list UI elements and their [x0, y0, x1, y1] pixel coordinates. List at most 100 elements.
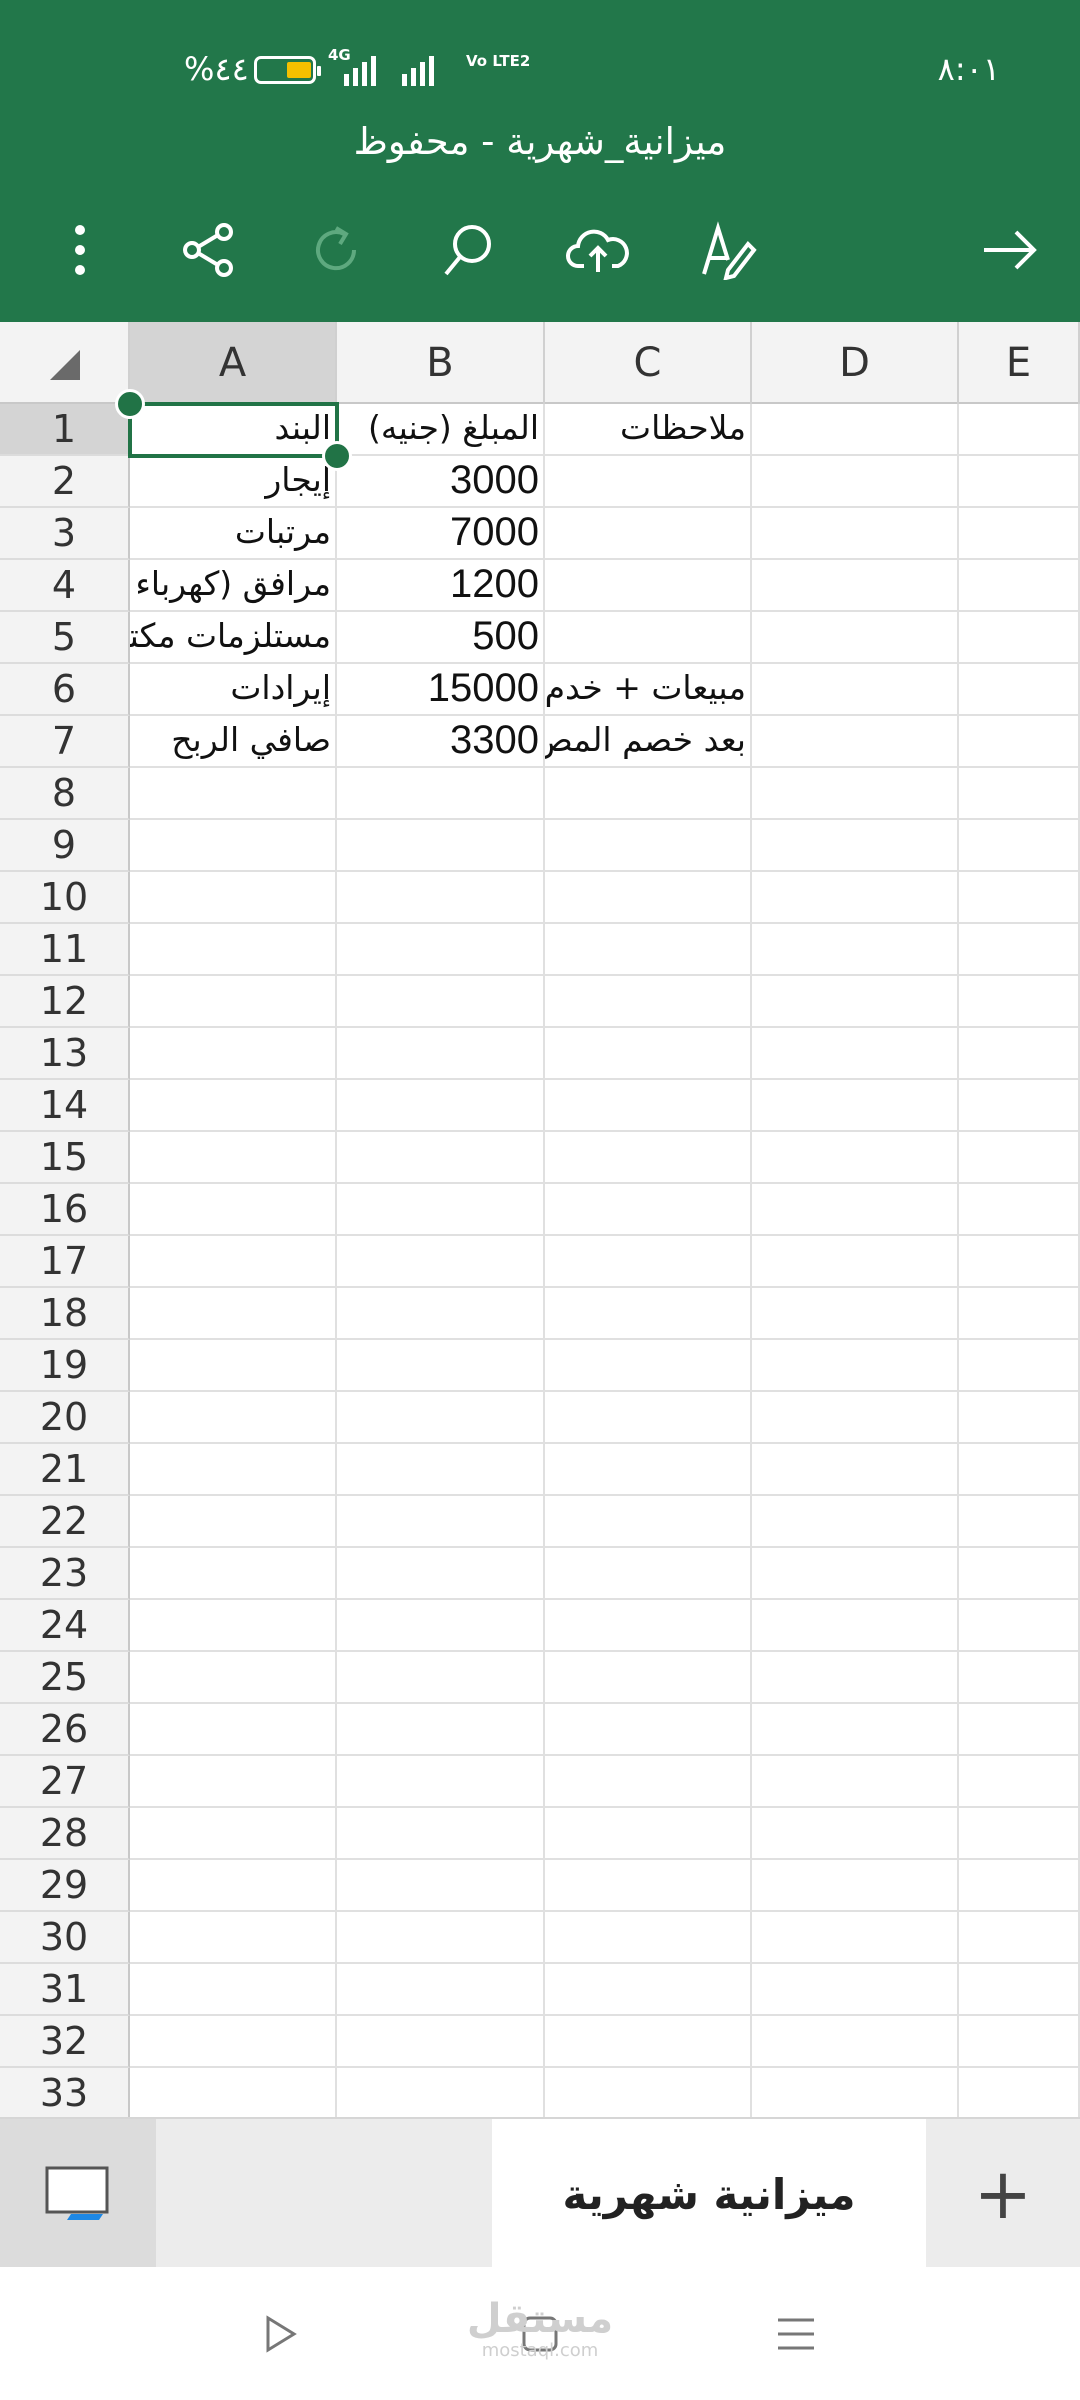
- column-header-a[interactable]: A: [130, 322, 337, 404]
- cell-d1[interactable]: [752, 404, 959, 456]
- cell-a31[interactable]: [130, 1964, 337, 2016]
- cell-b25[interactable]: [337, 1652, 545, 1704]
- cell-c15[interactable]: [545, 1132, 752, 1184]
- cell-e28[interactable]: [959, 1808, 1080, 1860]
- cell-c2[interactable]: [545, 456, 752, 508]
- cell-b14[interactable]: [337, 1080, 545, 1132]
- row-header-12[interactable]: 12: [0, 976, 130, 1028]
- cell-a28[interactable]: [130, 1808, 337, 1860]
- cell-c18[interactable]: [545, 1288, 752, 1340]
- search-icon[interactable]: [428, 210, 508, 290]
- cell-a23[interactable]: [130, 1548, 337, 1600]
- cell-b21[interactable]: [337, 1444, 545, 1496]
- cell-b15[interactable]: [337, 1132, 545, 1184]
- row-header-9[interactable]: 9: [0, 820, 130, 872]
- row-header-17[interactable]: 17: [0, 1236, 130, 1288]
- cell-d14[interactable]: [752, 1080, 959, 1132]
- cell-a13[interactable]: [130, 1028, 337, 1080]
- cell-d13[interactable]: [752, 1028, 959, 1080]
- cell-c17[interactable]: [545, 1236, 752, 1288]
- cell-c19[interactable]: [545, 1340, 752, 1392]
- cell-d5[interactable]: [752, 612, 959, 664]
- cell-b33[interactable]: [337, 2068, 545, 2117]
- cell-b26[interactable]: [337, 1704, 545, 1756]
- cell-b9[interactable]: [337, 820, 545, 872]
- cell-d12[interactable]: [752, 976, 959, 1028]
- cell-c10[interactable]: [545, 872, 752, 924]
- row-header-31[interactable]: 31: [0, 1964, 130, 2016]
- cell-b22[interactable]: [337, 1496, 545, 1548]
- cell-e26[interactable]: [959, 1704, 1080, 1756]
- cell-c27[interactable]: [545, 1756, 752, 1808]
- cell-d21[interactable]: [752, 1444, 959, 1496]
- cell-e9[interactable]: [959, 820, 1080, 872]
- cell-c12[interactable]: [545, 976, 752, 1028]
- cell-e14[interactable]: [959, 1080, 1080, 1132]
- cell-e29[interactable]: [959, 1860, 1080, 1912]
- cell-a17[interactable]: [130, 1236, 337, 1288]
- cell-c30[interactable]: [545, 1912, 752, 1964]
- forward-arrow-icon[interactable]: [970, 210, 1050, 290]
- cell-d25[interactable]: [752, 1652, 959, 1704]
- cell-d17[interactable]: [752, 1236, 959, 1288]
- cell-a27[interactable]: [130, 1756, 337, 1808]
- cell-c1[interactable]: ملاحظات: [545, 404, 752, 456]
- cell-e33[interactable]: [959, 2068, 1080, 2117]
- row-header-24[interactable]: 24: [0, 1600, 130, 1652]
- cell-a25[interactable]: [130, 1652, 337, 1704]
- cell-c6[interactable]: مبيعات + خدم: [545, 664, 752, 716]
- cell-b23[interactable]: [337, 1548, 545, 1600]
- row-header-27[interactable]: 27: [0, 1756, 130, 1808]
- row-header-3[interactable]: 3: [0, 508, 130, 560]
- cell-e19[interactable]: [959, 1340, 1080, 1392]
- cell-c20[interactable]: [545, 1392, 752, 1444]
- row-header-11[interactable]: 11: [0, 924, 130, 976]
- cell-e23[interactable]: [959, 1548, 1080, 1600]
- cell-e6[interactable]: [959, 664, 1080, 716]
- add-sheet-button[interactable]: +: [926, 2119, 1080, 2269]
- cell-a22[interactable]: [130, 1496, 337, 1548]
- row-header-29[interactable]: 29: [0, 1860, 130, 1912]
- cell-c25[interactable]: [545, 1652, 752, 1704]
- cell-a20[interactable]: [130, 1392, 337, 1444]
- select-all-corner[interactable]: [0, 322, 130, 404]
- cell-d23[interactable]: [752, 1548, 959, 1600]
- cell-d7[interactable]: [752, 716, 959, 768]
- cell-d15[interactable]: [752, 1132, 959, 1184]
- cell-c13[interactable]: [545, 1028, 752, 1080]
- cell-a1[interactable]: البند: [130, 404, 337, 456]
- column-header-d[interactable]: D: [752, 322, 959, 404]
- more-icon[interactable]: [40, 210, 120, 290]
- cell-e1[interactable]: [959, 404, 1080, 456]
- cell-b20[interactable]: [337, 1392, 545, 1444]
- cell-d27[interactable]: [752, 1756, 959, 1808]
- cell-a10[interactable]: [130, 872, 337, 924]
- row-header-7[interactable]: 7: [0, 716, 130, 768]
- row-header-16[interactable]: 16: [0, 1184, 130, 1236]
- cell-d32[interactable]: [752, 2016, 959, 2068]
- cell-a2[interactable]: إيجار: [130, 456, 337, 508]
- cell-a3[interactable]: مرتبات: [130, 508, 337, 560]
- cell-e4[interactable]: [959, 560, 1080, 612]
- column-header-e[interactable]: E: [959, 322, 1080, 404]
- row-header-15[interactable]: 15: [0, 1132, 130, 1184]
- cell-e21[interactable]: [959, 1444, 1080, 1496]
- cell-a29[interactable]: [130, 1860, 337, 1912]
- cell-e12[interactable]: [959, 976, 1080, 1028]
- row-header-6[interactable]: 6: [0, 664, 130, 716]
- cell-b8[interactable]: [337, 768, 545, 820]
- cell-c3[interactable]: [545, 508, 752, 560]
- cell-d19[interactable]: [752, 1340, 959, 1392]
- cell-a8[interactable]: [130, 768, 337, 820]
- cell-b32[interactable]: [337, 2016, 545, 2068]
- cell-c32[interactable]: [545, 2016, 752, 2068]
- row-header-10[interactable]: 10: [0, 872, 130, 924]
- cell-a15[interactable]: [130, 1132, 337, 1184]
- cell-d3[interactable]: [752, 508, 959, 560]
- cell-e22[interactable]: [959, 1496, 1080, 1548]
- cell-b1[interactable]: المبلغ (جنيه): [337, 404, 545, 456]
- row-header-32[interactable]: 32: [0, 2016, 130, 2068]
- row-header-13[interactable]: 13: [0, 1028, 130, 1080]
- cell-a11[interactable]: [130, 924, 337, 976]
- cell-d8[interactable]: [752, 768, 959, 820]
